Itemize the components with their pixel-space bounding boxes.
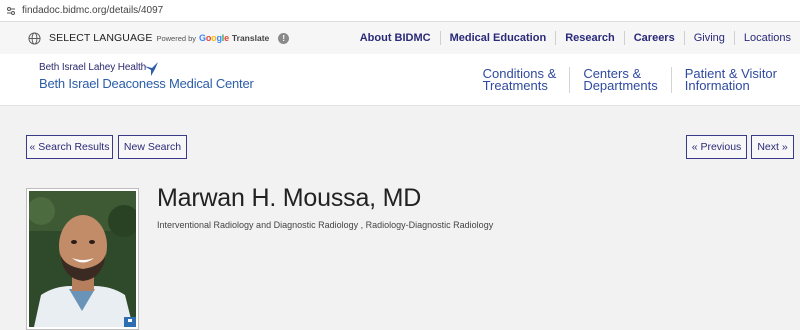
nav-label-line2: Treatments: [482, 78, 548, 93]
next-button[interactable]: Next »: [751, 135, 794, 159]
link-about-bidmc[interactable]: About BIDMC: [351, 32, 440, 44]
link-giving[interactable]: Giving: [685, 32, 734, 44]
previous-button[interactable]: « Previous: [686, 135, 747, 159]
url-text[interactable]: findadoc.bidmc.org/details/4097: [22, 5, 163, 16]
translate-text: Translate: [231, 33, 270, 43]
new-search-button[interactable]: New Search: [118, 135, 187, 159]
nav-label-line2: Departments: [583, 78, 658, 93]
link-research[interactable]: Research: [556, 32, 624, 44]
utility-links: About BIDMC Medical Education Research C…: [351, 22, 800, 54]
select-language-dropdown[interactable]: SELECT LANGUAGE: [49, 32, 152, 44]
link-medical-education[interactable]: Medical Education: [441, 32, 556, 44]
nav-label-line2: Information: [684, 78, 750, 93]
nav-centers-departments[interactable]: Centers & Departments: [570, 67, 670, 93]
google-logo-text: Google: [199, 33, 229, 43]
main-navigation: Conditions & Treatments Centers & Depart…: [470, 54, 790, 106]
utility-bar: SELECT LANGUAGE Powered by Google Transl…: [0, 22, 800, 54]
powered-by-text: Powered by: [156, 33, 197, 43]
link-careers[interactable]: Careers: [625, 32, 684, 44]
doctor-name: Marwan H. Moussa, MD: [157, 184, 422, 212]
globe-icon[interactable]: [28, 31, 42, 45]
doctor-specialty: Interventional Radiology and Diagnostic …: [157, 220, 494, 230]
bird-icon: [143, 61, 159, 82]
site-header: Beth Israel Lahey Health Beth Israel Dea…: [0, 54, 800, 106]
info-icon[interactable]: !: [278, 32, 290, 44]
search-results-button[interactable]: « Search Results: [26, 135, 113, 159]
doctor-photo-frame: [26, 188, 139, 330]
bidmc-logo[interactable]: Beth Israel Lahey Health Beth Israel Dea…: [39, 62, 254, 91]
google-translate-credit[interactable]: Powered by Google Translate: [156, 33, 269, 43]
link-locations[interactable]: Locations: [735, 32, 800, 44]
nav-patient-visitor-info[interactable]: Patient & Visitor Information: [672, 67, 790, 93]
doctor-photo: [29, 191, 136, 327]
browser-address-bar[interactable]: findadoc.bidmc.org/details/4097: [0, 0, 800, 22]
nav-conditions-treatments[interactable]: Conditions & Treatments: [470, 67, 570, 93]
site-settings-icon[interactable]: [2, 0, 20, 22]
